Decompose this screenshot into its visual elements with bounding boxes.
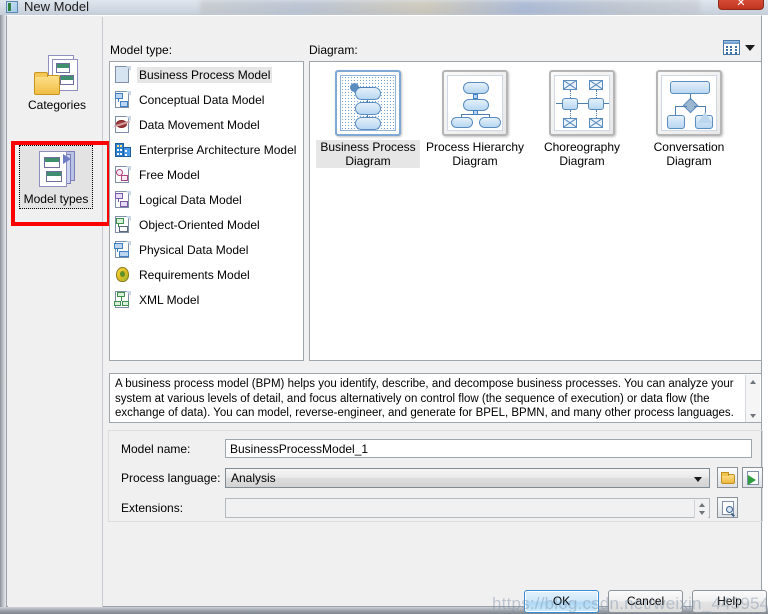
- list-item[interactable]: Business Process Model: [110, 62, 303, 87]
- process-language-label: Process language:: [121, 471, 221, 485]
- window-titlebar: New Model ✕: [0, 0, 768, 15]
- data-movement-model-icon: [114, 115, 132, 134]
- preview-extensions-button[interactable]: [717, 497, 738, 518]
- diagram-item-label-line2: Diagram: [452, 154, 498, 168]
- list-item-label: Business Process Model: [137, 66, 273, 83]
- list-item[interactable]: Enterprise Architecture Model: [110, 137, 303, 162]
- model-name-input[interactable]: [225, 439, 752, 458]
- triangle-up-icon: [699, 503, 705, 507]
- diagram-gallery[interactable]: Business Process Diagram Process Hierarc…: [309, 61, 762, 361]
- diagram-item-label-line2: Diagram: [666, 154, 712, 168]
- ok-button[interactable]: OK: [524, 590, 599, 613]
- extensions-label: Extensions:: [121, 501, 184, 515]
- scroll-up-button[interactable]: [746, 375, 760, 389]
- browse-process-language-button[interactable]: [717, 467, 738, 488]
- process-language-value: Analysis: [231, 471, 276, 485]
- diagram-item-label-line1: Business Process: [316, 140, 420, 154]
- list-item-label: XML Model: [139, 292, 200, 307]
- model-description-box: A business process model (BPM) helps you…: [109, 373, 762, 423]
- new-model-dialog: Categories Model types Model type: Diagr…: [6, 15, 768, 613]
- sidebar-item-model-types[interactable]: Model types: [19, 145, 93, 209]
- diagram-view-toggle[interactable]: [723, 40, 755, 55]
- list-item[interactable]: Requirements Model: [110, 262, 303, 287]
- diagram-item-business-process[interactable]: Business Process Diagram: [316, 70, 420, 168]
- list-item[interactable]: Object-Oriented Model: [110, 212, 303, 237]
- diagram-item-label-line2: Diagram: [559, 154, 605, 168]
- list-view-icon: [723, 40, 740, 55]
- diagram-item-label-line1: Conversation: [653, 140, 725, 154]
- list-item[interactable]: Free Model: [110, 162, 303, 187]
- app-icon: [6, 1, 18, 13]
- list-item[interactable]: Data Movement Model: [110, 112, 303, 137]
- diagram-item-process-hierarchy[interactable]: Process Hierarchy Diagram: [423, 70, 527, 168]
- model-stack-icon: [33, 149, 79, 191]
- conversation-diagram-thumb: [656, 70, 722, 136]
- model-name-label: Model name:: [121, 442, 191, 456]
- list-item[interactable]: Conceptual Data Model: [110, 87, 303, 112]
- enterprise-architecture-model-icon: [114, 141, 132, 159]
- list-item-label: Logical Data Model: [139, 192, 242, 207]
- list-item-label: Requirements Model: [139, 267, 250, 282]
- cancel-button[interactable]: Cancel: [608, 590, 683, 613]
- diagram-item-label-line1: Process Hierarchy: [425, 140, 525, 154]
- import-process-language-button[interactable]: [742, 467, 763, 488]
- list-item-label: Object-Oriented Model: [139, 217, 260, 232]
- folder-pages-icon: [34, 55, 80, 97]
- scroll-down-button[interactable]: [746, 409, 760, 422]
- description-scrollbar[interactable]: [745, 375, 760, 422]
- diagram-item-label-line1: Choreography: [543, 140, 621, 154]
- list-item-label: Enterprise Architecture Model: [139, 142, 297, 157]
- choreography-diagram-thumb: [549, 70, 615, 136]
- dialog-sidebar: Categories Model types: [8, 17, 111, 607]
- model-description-text: A business process model (BPM) helps you…: [115, 378, 734, 419]
- physical-data-model-icon: [114, 240, 132, 259]
- list-item-label: Data Movement Model: [139, 117, 260, 132]
- sidebar-item-categories-label: Categories: [27, 98, 87, 112]
- triangle-down-icon: [699, 511, 705, 515]
- list-item-label: Conceptual Data Model: [139, 92, 265, 107]
- diagram-item-choreography[interactable]: Choreography Diagram: [530, 70, 634, 168]
- business-process-diagram-thumb: [335, 70, 401, 136]
- sidebar-item-model-types-label: Model types: [23, 192, 89, 206]
- window-title: New Model: [24, 0, 90, 14]
- app-screenshot: New Model ✕ Categories Model types Model…: [0, 0, 768, 614]
- close-icon: ✕: [736, 0, 746, 9]
- folder-icon: [721, 472, 735, 484]
- chevron-down-icon: [694, 477, 702, 482]
- model-type-label: Model type:: [110, 43, 173, 57]
- triangle-down-icon: [750, 414, 756, 418]
- xml-model-icon: [114, 290, 132, 309]
- diagram-label: Diagram:: [309, 43, 358, 57]
- diagram-item-conversation[interactable]: Conversation Diagram: [637, 70, 741, 168]
- sidebar-item-categories[interactable]: Categories: [22, 55, 92, 112]
- free-model-icon: [114, 165, 132, 184]
- requirements-model-icon: [114, 266, 132, 284]
- conceptual-data-model-icon: [114, 90, 132, 109]
- list-item[interactable]: XML Model: [110, 287, 303, 312]
- titlebar-background-blur: [200, 0, 700, 15]
- close-window-button[interactable]: ✕: [718, 0, 764, 10]
- magnifier-icon: [726, 506, 733, 513]
- logical-data-model-icon: [114, 190, 132, 209]
- list-item[interactable]: Logical Data Model: [110, 187, 303, 212]
- extensions-stepper[interactable]: [694, 500, 708, 518]
- list-item-label: Physical Data Model: [139, 242, 249, 257]
- process-hierarchy-diagram-thumb: [442, 70, 508, 136]
- list-item[interactable]: Physical Data Model: [110, 237, 303, 262]
- business-process-model-icon: [114, 65, 132, 84]
- list-item-label: Free Model: [139, 167, 200, 182]
- model-settings-group: Model name: Process language: Analysis E…: [108, 430, 763, 522]
- diagram-item-label-line2: Diagram: [316, 154, 420, 168]
- triangle-up-icon: [750, 380, 756, 384]
- chevron-down-icon[interactable]: [745, 44, 755, 51]
- extensions-input[interactable]: [225, 498, 710, 518]
- process-language-select[interactable]: Analysis: [225, 468, 710, 488]
- model-type-list[interactable]: Business Process Model Conceptual Data M…: [109, 61, 304, 361]
- import-arrow-icon: [748, 475, 756, 485]
- help-button[interactable]: Help: [692, 590, 767, 613]
- object-oriented-model-icon: [114, 215, 132, 234]
